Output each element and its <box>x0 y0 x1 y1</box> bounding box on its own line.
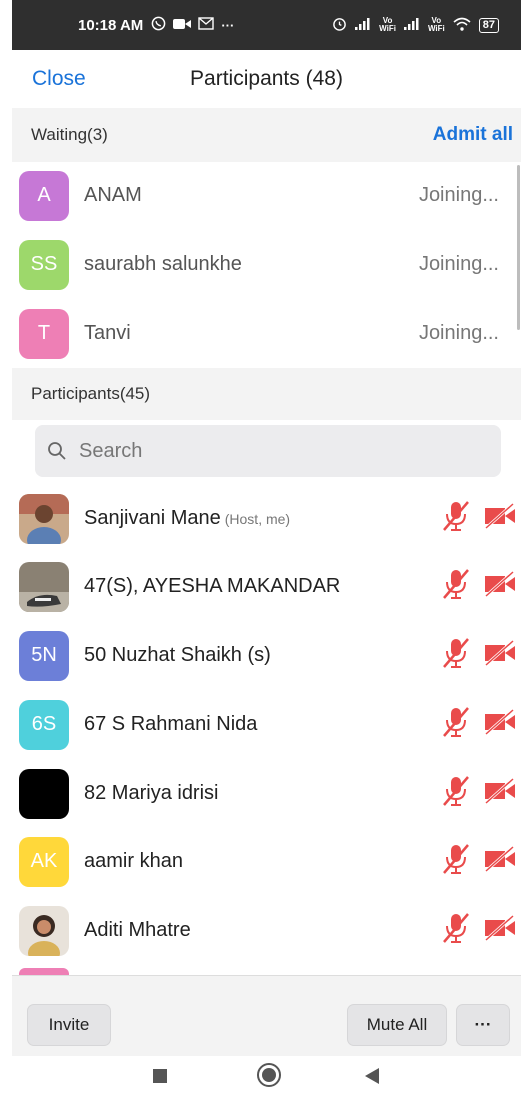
participant-row[interactable]: 5N 50 Nuzhat Shaikh (s) <box>12 621 521 690</box>
participants-section-header: Participants(45) <box>12 368 521 420</box>
status-bar: 10:18 AM ··· Vo WiFi Vo WiFi 87 <box>12 0 521 50</box>
waiting-row[interactable]: SS saurabh salunkhe Joining... <box>12 230 521 299</box>
status-time: 10:18 AM <box>78 16 144 34</box>
participant-name-text: Sanjivani Mane <box>84 507 221 529</box>
participant-row[interactable]: Aditi Mhatre <box>12 896 521 965</box>
home-icon[interactable] <box>256 1062 282 1093</box>
video-off-icon <box>483 708 517 741</box>
participant-name: ANAM <box>84 184 142 206</box>
joining-status: Joining... <box>418 322 499 344</box>
avatar-initials: SS <box>30 253 58 275</box>
alarm-icon <box>332 16 347 34</box>
participant-status-icons <box>441 568 517 605</box>
signal-icon <box>355 17 371 33</box>
joining-status: Joining... <box>418 253 499 275</box>
avatar-initials: AK <box>30 850 58 872</box>
waiting-scrollbar[interactable] <box>517 165 520 330</box>
avatar <box>19 768 69 819</box>
admit-all-button[interactable]: Admit all <box>433 124 513 146</box>
avatar <box>19 493 69 544</box>
close-button[interactable]: Close <box>32 67 86 91</box>
waiting-row[interactable]: A ANAM Joining... <box>12 161 521 230</box>
muted-mic-icon <box>441 912 471 949</box>
search-bar[interactable] <box>35 425 501 477</box>
joining-status: Joining... <box>418 184 499 206</box>
participant-status-icons <box>441 912 517 949</box>
back-icon[interactable] <box>364 1067 380 1090</box>
participant-row[interactable]: Sanjivani Mane (Host, me) <box>12 484 521 553</box>
status-icons-left: ··· <box>151 16 234 34</box>
whatsapp-icon <box>151 16 166 34</box>
muted-mic-icon <box>441 637 471 674</box>
avatar: 5N <box>19 630 69 681</box>
more-options-button[interactable]: ··· <box>456 1004 510 1046</box>
search-icon <box>47 441 67 461</box>
participant-name: saurabh salunkhe <box>84 253 242 275</box>
participant-status-icons <box>441 775 517 812</box>
participants-label: Participants(45) <box>31 384 151 403</box>
avatar-partial <box>19 968 69 975</box>
system-nav-bar <box>0 1056 521 1097</box>
avatar <box>19 561 69 612</box>
app-header: Close Participants (48) <box>12 50 521 108</box>
avatar-initials: T <box>37 322 51 344</box>
participant-name: Sanjivani Mane (Host, me) <box>84 507 290 530</box>
muted-mic-icon <box>441 500 471 537</box>
participant-row[interactable]: AK aamir khan <box>12 827 521 896</box>
video-icon <box>173 18 192 33</box>
avatar: 6S <box>19 699 69 750</box>
avatar: SS <box>19 239 69 290</box>
participant-status-icons <box>441 637 517 674</box>
avatar: A <box>19 170 69 221</box>
wifi-icon <box>453 17 471 34</box>
search-input[interactable] <box>77 438 461 464</box>
more-dots-icon: ··· <box>221 17 235 33</box>
recents-icon[interactable] <box>152 1068 168 1089</box>
participant-name: 47(S), AYESHA MAKANDAR <box>84 575 341 597</box>
host-tag: (Host, me) <box>224 511 291 527</box>
video-off-icon <box>483 777 517 810</box>
video-off-icon <box>483 570 517 603</box>
video-off-icon <box>483 914 517 947</box>
page-title: Participants (48) <box>190 67 343 90</box>
avatar: T <box>19 308 69 359</box>
participant-row[interactable]: 47(S), AYESHA MAKANDAR <box>12 552 521 621</box>
participant-name: Tanvi <box>84 322 131 344</box>
bottom-toolbar: Invite Mute All ··· <box>12 975 521 1056</box>
vowifi-icon: Vo WiFi <box>427 16 445 33</box>
mute-all-button[interactable]: Mute All <box>347 1004 447 1046</box>
signal-icon <box>403 17 420 33</box>
participant-row[interactable]: 82 Mariya idrisi <box>12 759 521 828</box>
avatar-initials: A <box>37 184 51 206</box>
video-off-icon <box>483 639 517 672</box>
participant-status-icons <box>441 843 517 880</box>
muted-mic-icon <box>441 706 471 743</box>
participant-name: 82 Mariya idrisi <box>84 782 219 804</box>
video-off-icon <box>483 502 517 535</box>
participant-name: Aditi Mhatre <box>84 919 191 941</box>
participant-name: 67 S Rahmani Nida <box>84 713 258 735</box>
participant-name: aamir khan <box>84 850 183 872</box>
participant-name: 50 Nuzhat Shaikh (s) <box>84 644 271 666</box>
avatar <box>19 905 69 956</box>
waiting-label: Waiting(3) <box>31 125 108 144</box>
gmail-icon <box>198 17 215 33</box>
status-icons-right: Vo WiFi Vo WiFi 87 <box>332 16 499 34</box>
battery-indicator: 87 <box>478 17 499 33</box>
participant-status-icons <box>441 500 517 537</box>
avatar-initials: 5N <box>31 644 57 666</box>
avatar: AK <box>19 836 69 887</box>
muted-mic-icon <box>441 843 471 880</box>
participant-row[interactable]: 6S 67 S Rahmani Nida <box>12 690 521 759</box>
muted-mic-icon <box>441 568 471 605</box>
muted-mic-icon <box>441 775 471 812</box>
waiting-section-header: Waiting(3) Admit all <box>12 108 521 162</box>
participant-status-icons <box>441 706 517 743</box>
vowifi-icon: Vo WiFi <box>379 16 396 33</box>
video-off-icon <box>483 845 517 878</box>
invite-button[interactable]: Invite <box>27 1004 111 1046</box>
avatar-initials: 6S <box>31 713 57 735</box>
waiting-row[interactable]: T Tanvi Joining... <box>12 299 521 368</box>
